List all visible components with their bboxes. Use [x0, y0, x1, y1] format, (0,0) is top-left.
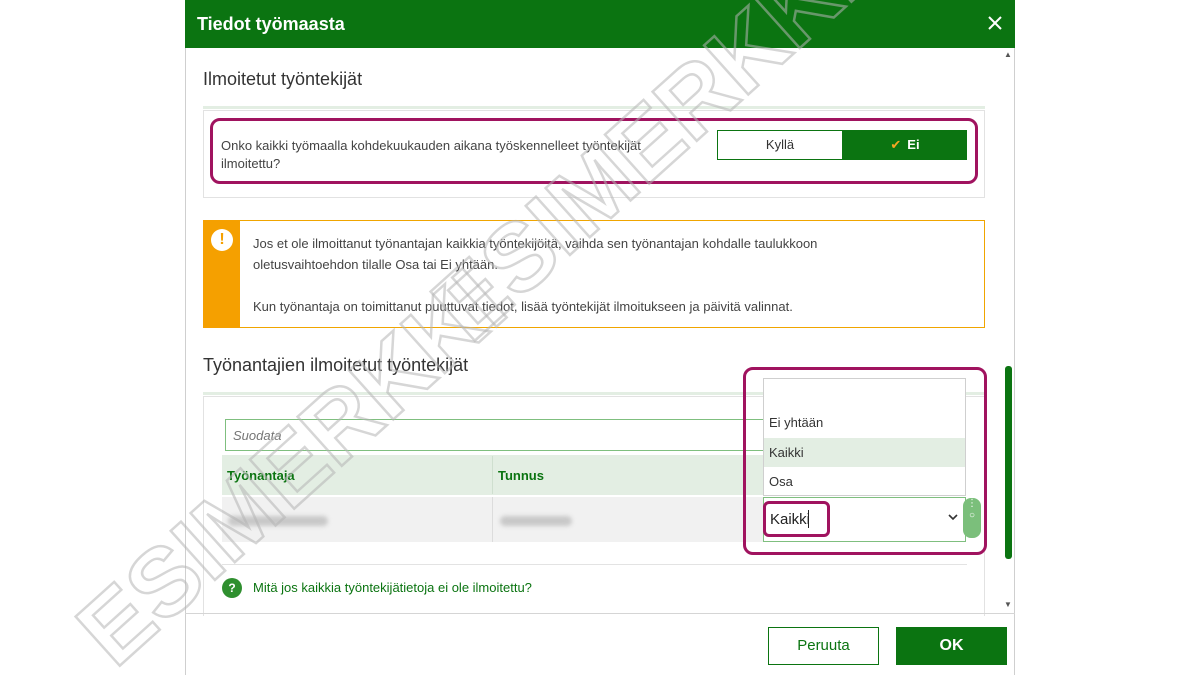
- close-icon: [988, 16, 1002, 30]
- scroll-up-icon[interactable]: ▲: [1004, 50, 1012, 59]
- table-header: [222, 455, 767, 495]
- employers-section-title: Työnantajien ilmoitetut työntekijät: [203, 355, 469, 375]
- text-cursor: [808, 510, 809, 528]
- more-vertical-icon: ⋮ ○: [967, 498, 977, 521]
- close-button[interactable]: [984, 12, 1006, 34]
- help-icon: ?: [222, 578, 242, 598]
- section-divider: [203, 106, 985, 109]
- checkmark-icon: ✔: [890, 137, 902, 152]
- redacted-employer-id: [500, 516, 572, 526]
- dropdown-option-ei-yhtaan[interactable]: Ei yhtään: [764, 408, 965, 437]
- reported-section-title: Ilmoitetut työntekijät: [203, 69, 363, 89]
- toggle-yes-label: Kyllä: [765, 137, 795, 152]
- scrollbar-thumb[interactable]: [1005, 366, 1012, 559]
- row-divider: [492, 497, 493, 542]
- filter-input[interactable]: [225, 419, 765, 451]
- question-text: Onko kaikki työmaalla kohdekuukauden aik…: [221, 138, 641, 171]
- row-menu-button[interactable]: ⋮ ○: [963, 498, 981, 538]
- footer-divider: [185, 613, 1015, 614]
- toggle-no-button[interactable]: ✔ Ei: [843, 130, 967, 160]
- select-current-value: Kaikki: [770, 511, 811, 528]
- toggle-yes-button[interactable]: Kyllä: [717, 130, 843, 160]
- column-header-employer: Työnantaja: [227, 468, 295, 483]
- column-header-id: Tunnus: [498, 468, 544, 483]
- warning-line-3: Kun työnantaja on toimittanut puuttuvat …: [253, 299, 793, 314]
- column-divider: [492, 456, 493, 494]
- ok-button[interactable]: OK: [896, 627, 1007, 665]
- scroll-down-icon[interactable]: ▼: [1004, 600, 1012, 609]
- dropdown-option-osa[interactable]: Osa: [764, 467, 965, 496]
- dropdown-option-kaikki[interactable]: Kaikki: [764, 438, 965, 467]
- cancel-button[interactable]: Peruuta: [768, 627, 879, 665]
- redacted-employer-name: [228, 516, 328, 526]
- table-divider: [222, 564, 967, 565]
- toggle-no-label: Ei: [907, 137, 920, 152]
- warning-line-1: Jos et ole ilmoittanut työnantajan kaikk…: [253, 236, 818, 251]
- warning-icon: !: [211, 229, 233, 251]
- warning-line-2: oletusvaihtoehdon tilalle Osa tai Ei yht…: [253, 257, 498, 272]
- chevron-down-icon: [947, 511, 959, 526]
- help-link[interactable]: Mitä jos kaikkia työntekijätietoja ei ol…: [253, 580, 532, 595]
- dialog-title: Tiedot työmaasta: [197, 14, 345, 34]
